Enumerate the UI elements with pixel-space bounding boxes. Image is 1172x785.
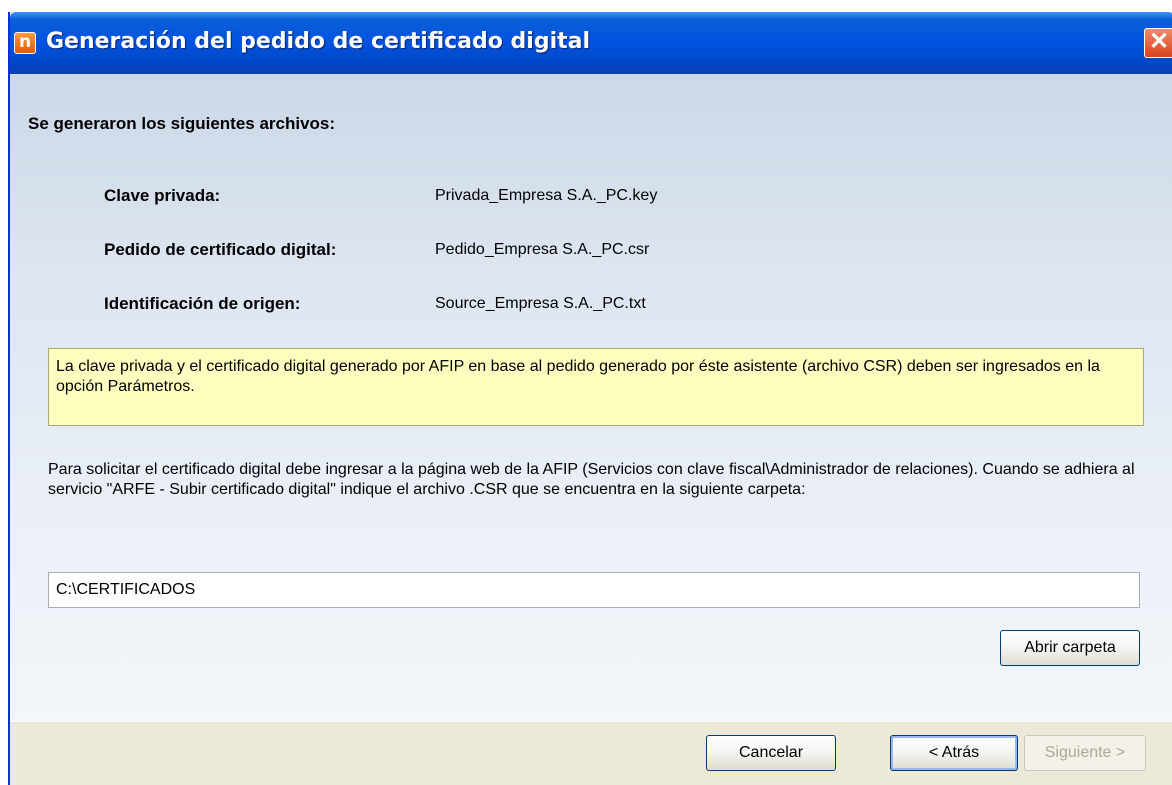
- certificate-request-label: Pedido de certificado digital:: [104, 240, 337, 259]
- instructions-text: Para solicitar el certificado digital de…: [48, 461, 1135, 498]
- open-folder-button[interactable]: Abrir carpeta: [1000, 630, 1140, 666]
- files-heading: Se generaron los siguientes archivos:: [28, 114, 336, 133]
- wizard-content: Se generaron los siguientes archivos: Cl…: [10, 74, 1172, 721]
- certificate-request-filename: Pedido_Empresa S.A._PC.csr: [435, 241, 650, 258]
- dialog-window: n Generación del pedido de certificado d…: [8, 12, 1172, 785]
- title-bar[interactable]: n Generación del pedido de certificado d…: [10, 12, 1172, 74]
- close-button[interactable]: ✕: [1144, 28, 1172, 58]
- wizard-footer: Cancelar < Atrás Siguiente >: [10, 721, 1172, 785]
- cancel-button[interactable]: Cancelar: [706, 735, 836, 771]
- source-id-filename: Source_Empresa S.A._PC.txt: [435, 295, 646, 312]
- folder-path-input[interactable]: [48, 572, 1140, 608]
- private-key-label: Clave privada:: [104, 186, 221, 205]
- next-button: Siguiente >: [1024, 735, 1146, 771]
- source-id-label: Identificación de origen:: [104, 294, 301, 313]
- info-note: La clave privada y el certificado digita…: [48, 348, 1144, 426]
- close-icon: ✕: [1148, 28, 1170, 55]
- window-title: Generación del pedido de certificado dig…: [46, 29, 591, 54]
- private-key-filename: Privada_Empresa S.A._PC.key: [435, 187, 658, 204]
- app-icon: n: [14, 32, 36, 54]
- back-button[interactable]: < Atrás: [890, 735, 1018, 771]
